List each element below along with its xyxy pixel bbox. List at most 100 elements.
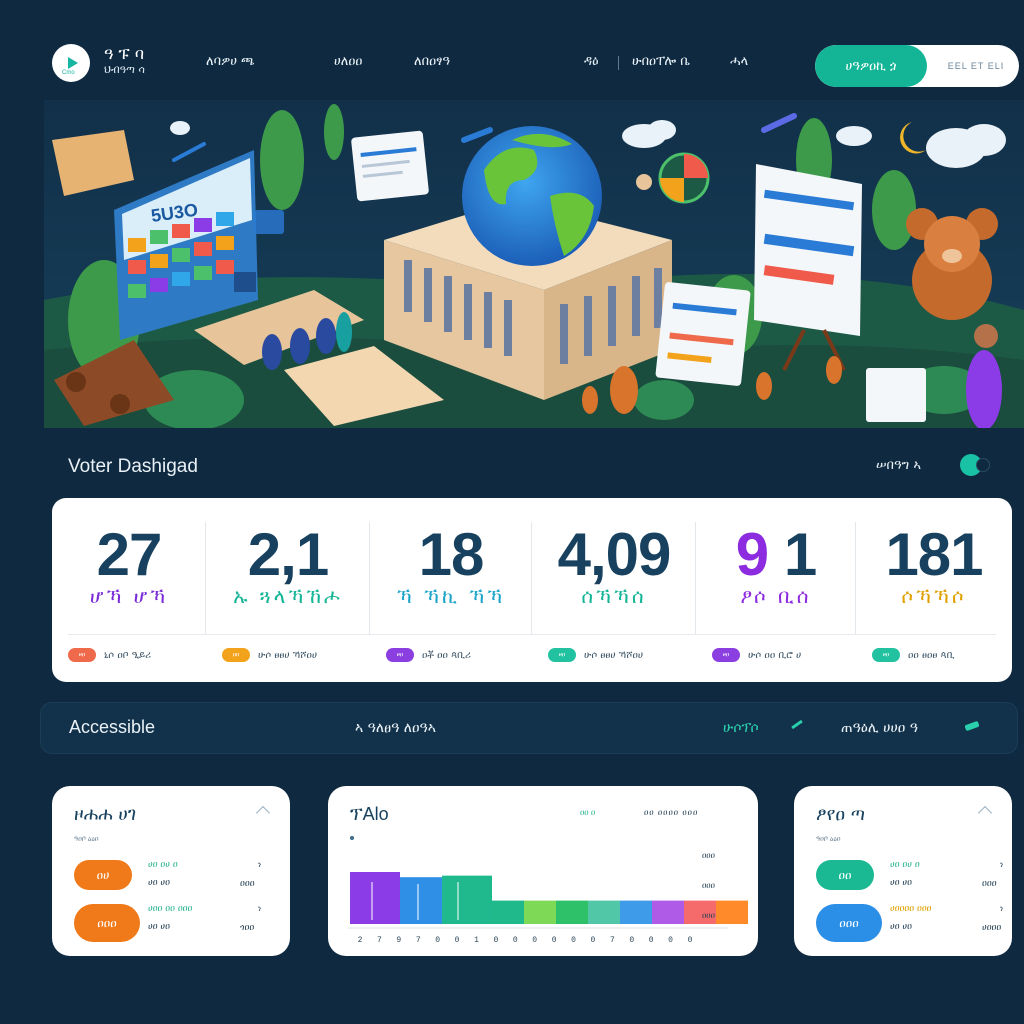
row-value: ዐዐዐ <box>240 878 255 888</box>
stat-pill: ፀዐ <box>386 648 414 662</box>
list-item[interactable]: ዐዐ ሀዐ ዐሀ ዐ ሀዐ ሀዐ ነ ዐዐዐ <box>816 860 1016 900</box>
accessible-link[interactable]: ሁሶፕሶ <box>723 720 759 736</box>
chart-bar <box>492 900 524 924</box>
stat-label: ኡ ጓላኻኸሖ <box>233 584 343 608</box>
dashboard-title: Voter Dashigad <box>68 456 198 477</box>
row-value: ጎዐዐ <box>240 922 255 932</box>
chevron-right-icon[interactable] <box>977 805 993 821</box>
stat-number: 18 <box>418 521 485 588</box>
x-tick-label: 0 <box>688 936 693 945</box>
accessible-bar: Accessible ኣ ዓለፀዓ ለዐዓኣ ሁሶፕሶ ጠዓዕሊ ሀሀዐ ዓ <box>40 702 1018 754</box>
logo-subtext: Cmo <box>62 70 75 76</box>
x-tick-label: 0 <box>493 936 498 945</box>
register-button[interactable]: ሀዓዎዐኪ ጏ <box>815 45 927 87</box>
stat-item-3: 18 ኻ ኻኪ ኻኻ ፀዐ ዐቾ ዐዐ ጳቢሪ <box>370 498 532 682</box>
brand-name: ዓ ፑ ባ ህብዓጣ ሳ <box>104 44 145 76</box>
left-panel: ዞሐሐ ሀገ ዓዐቦ ዕዕዐ ዐሀ ሀዐ ዐሀ ዐ ሀዐ ሀዐ ነ ዐዐዐ ዐዐ… <box>52 786 290 956</box>
x-tick-label: 7 <box>610 936 615 945</box>
x-tick-label: 0 <box>435 936 440 945</box>
hero-scene: 5U3O <box>44 100 1024 428</box>
x-tick-label: 0 <box>629 936 634 945</box>
brand-line1: ዓ ፑ ባ <box>104 44 145 63</box>
toggle-label: ሠበዓግ ኣ <box>876 458 921 473</box>
row-count: ነ <box>258 904 262 913</box>
row-title: ሀዐዐ ዐዐ ዐዐዐ <box>148 904 193 914</box>
stat-item-1: 27 ሆኻ ሆኻ ፀዐ ኒሶ ዐቦ ዒይሪ <box>52 498 206 682</box>
stats-card: 27 ሆኻ ሆኻ ፀዐ ኒሶ ዐቦ ዒይሪ 2,1 ኡ ጓላኻኸሖ ዐዐ ሁሶ … <box>52 498 1012 682</box>
pencil-icon[interactable] <box>964 720 980 732</box>
stat-footer: ፀዐ ዐቾ ዐዐ ጳቢሪ <box>386 648 471 662</box>
stat-footer: ፀዐ ኒሶ ዐቦ ዒይሪ <box>68 648 151 662</box>
stat-footer-text: ኒሶ ዐቦ ዒይሪ <box>104 649 152 661</box>
bar-chart: ዐዐዐ ዐዐዐ ዐዐዐ 2 7 9 7 0 0 1 0 0 0 0 0 0 7 0 0 0 0 <box>348 851 748 945</box>
right-panel: ፆየዐ ጣ ዓዐቦ ዕዕዐ ዐዐ ሀዐ ዐሀ ዐ ሀዐ ሀዐ ነ ዐዐዐ ዐዐዐ… <box>794 786 1012 956</box>
cta-group: ሀዓዎዐኪ ጏ EEL ET ELI <box>815 45 1019 87</box>
nav-link-5[interactable]: ሁበዐፐሎ ቤ <box>632 54 690 69</box>
x-tick-label: 0 <box>552 936 557 945</box>
stat-item-6: 181 ሶኻኻሶ ፀዐ ዐዐ ፀዐፀ ጳቢ <box>856 498 1012 682</box>
stat-footer-text: ሁሶ ዐዐ ቢሮ ሀ <box>748 649 802 661</box>
row-title: ሀዐ ዐሀ ዐ <box>148 860 178 870</box>
stat-footer-text: ዐዐ ፀዐፀ ጳቢ <box>908 649 955 661</box>
stat-item-4: 4,09 ሰኻኻሰ ፀዐ ሁሶ ፀፀሀ ኻሾዐሀ <box>532 498 696 682</box>
stat-label: ሰኻኻሰ <box>581 584 647 608</box>
stat-label: ሆኻ ሆኻ <box>89 584 169 608</box>
list-item[interactable]: ዐሀ ሀዐ ዐሀ ዐ ሀዐ ሀዐ ነ ዐዐዐ <box>74 860 274 900</box>
y-tick-label: ዐዐዐ <box>702 911 715 920</box>
row-count: ነ <box>1000 860 1004 869</box>
chart-bar <box>442 875 492 924</box>
nav-link-6[interactable]: ሓላ <box>730 54 748 69</box>
accessible-middle-text: ኣ ዓለፀዓ ለዐዓኣ <box>355 720 437 736</box>
top-navigation: Cmo ዓ ፑ ባ ህብዓጣ ሳ ለባዎሀ ጫ ሀለዐዐ ለበዐፃዓ ዳዕ ሁበ… <box>0 0 1024 110</box>
nav-link-4[interactable]: ዳዕ <box>584 54 599 69</box>
row-count: ነ <box>1000 904 1004 913</box>
row-pill: ዐዐ <box>816 860 874 890</box>
hero-illustration: 5U3O <box>44 100 1024 428</box>
toggle-track <box>976 458 990 472</box>
play-icon <box>67 57 78 69</box>
chevron-right-icon[interactable] <box>255 805 271 821</box>
x-tick-label: 1 <box>474 936 479 945</box>
row-pill: ዐዐዐ <box>74 904 140 942</box>
row-count: ነ <box>258 860 262 869</box>
stat-footer-text: ዐቾ ዐዐ ጳቢሪ <box>422 649 471 661</box>
panel-subtitle: ዓዐቦ ዕዕዐ <box>816 836 841 843</box>
x-tick-label: 0 <box>649 936 654 945</box>
stat-number: 27 <box>96 521 163 588</box>
accessible-right-text: ጠዓዕሊ ሀሀዐ ዓ <box>841 720 919 736</box>
nav-link-1[interactable]: ለባዎሀ ጫ <box>206 54 255 69</box>
secondary-button[interactable]: EEL ET ELI <box>933 45 1019 87</box>
y-tick-label: ዐዐዐ <box>702 881 715 890</box>
x-tick-label: 0 <box>532 936 537 945</box>
chart-bar <box>588 900 620 924</box>
chart-bar <box>716 900 748 924</box>
x-tick-label: 0 <box>513 936 518 945</box>
chart-panel: ፕAlo ዐዐ ዐ ዐዐ ዐዐዐዐ ዐዐዐ ዐዐዐ ዐዐዐ ዐዐዐ 2 7 9 7 0 0 1 0 0… <box>328 786 758 956</box>
stat-label: ኻ ኻኪ ኻኻ <box>396 584 506 608</box>
stat-number: 181 <box>885 521 983 588</box>
list-item[interactable]: ዐዐዐ ሀዐዐዐዐ ዐዐዐ ሀዐ ሀዐ ነ ሀዐዐዐ <box>816 904 1016 944</box>
x-tick-label: 7 <box>416 936 421 945</box>
x-tick-label: 7 <box>377 936 382 945</box>
row-subtitle: ሀዐ ሀዐ <box>148 878 170 888</box>
row-value: ዐዐዐ <box>982 878 997 888</box>
nav-link-2[interactable]: ሀለዐዐ <box>334 54 362 69</box>
stat-item-2: 2,1 ኡ ጓላኻኸሖ ዐዐ ሁሶ ፀፀሀ ኻሾዐሀ <box>206 498 370 682</box>
panel-subtitle: ዓዐቦ ዕዕዐ <box>74 836 99 843</box>
row-pill: ዐሀ <box>74 860 132 890</box>
stat-footer-text: ሁሶ ፀፀሀ ኻሾዐሀ <box>258 649 318 661</box>
accessible-title: Accessible <box>69 717 156 737</box>
x-tick-label: 2 <box>358 936 363 945</box>
chart-bar <box>400 877 442 924</box>
stat-pill: ፀዐ <box>548 648 576 662</box>
row-subtitle: ሀዐ ሀዐ <box>890 878 912 888</box>
list-item[interactable]: ዐዐዐ ሀዐዐ ዐዐ ዐዐዐ ሀዐ ሀዐ ነ ጎዐዐ <box>74 904 274 944</box>
nav-link-3[interactable]: ለበዐፃዓ <box>414 54 450 69</box>
logo[interactable] <box>52 44 90 82</box>
pencil-icon[interactable] <box>791 719 803 730</box>
x-tick-label: 9 <box>396 936 401 945</box>
stat-footer: ፀዐ ሁሶ ፀፀሀ ኻሾዐሀ <box>548 648 643 662</box>
panel-title: ፆየዐ ጣ <box>816 804 866 825</box>
stat-pill: ፀዐ <box>68 648 96 662</box>
dashboard-toggle[interactable] <box>958 452 992 476</box>
